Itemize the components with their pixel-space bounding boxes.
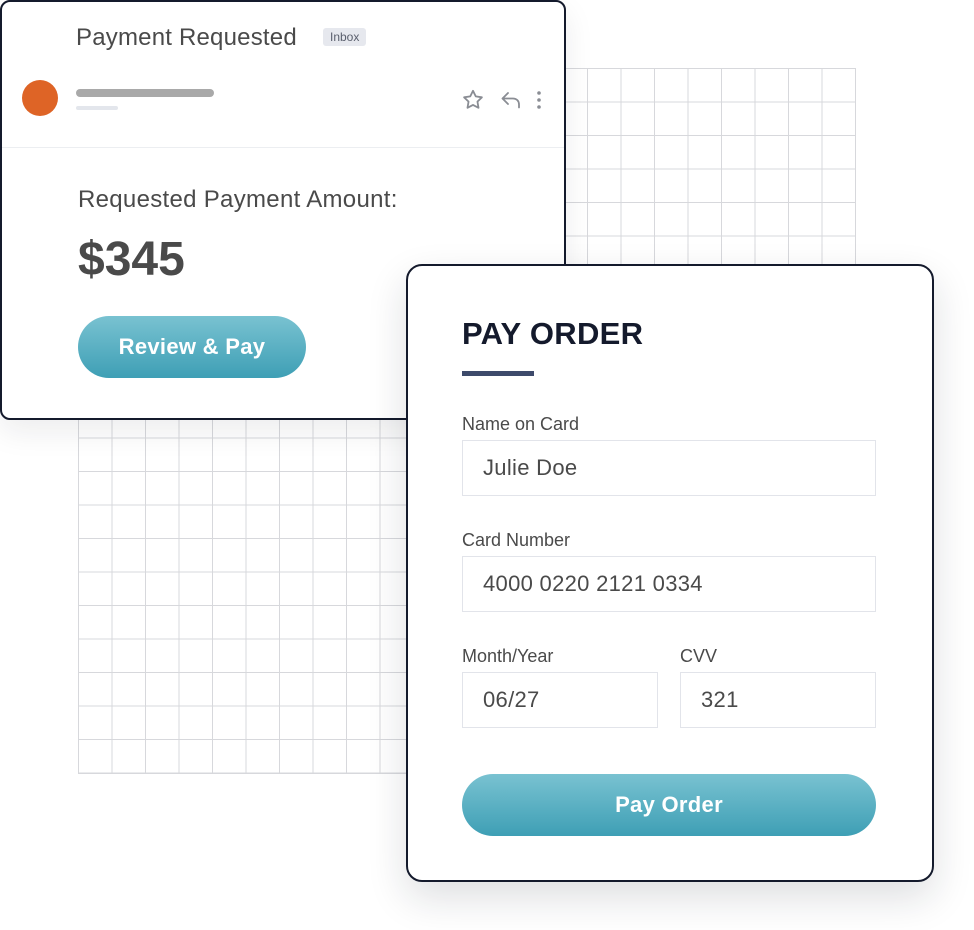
- sender-detail-placeholder: [76, 106, 118, 110]
- title-underline: [462, 371, 534, 376]
- pay-order-title: PAY ORDER: [462, 316, 644, 351]
- pay-order-button[interactable]: Pay Order: [462, 774, 876, 836]
- star-button[interactable]: [460, 86, 486, 114]
- name-on-card-input[interactable]: Julie Doe: [462, 440, 876, 496]
- amount-label: Requested Payment Amount:: [78, 186, 398, 213]
- cvv-label: CVV: [680, 646, 718, 666]
- amount-value: $345: [78, 233, 185, 286]
- decorative-grid-top: [520, 68, 856, 269]
- sender-name-placeholder: [76, 89, 214, 97]
- decorative-grid-bottom: [78, 404, 414, 774]
- email-subject: Payment Requested: [76, 24, 297, 51]
- expiry-label: Month/Year: [462, 646, 554, 666]
- review-and-pay-button[interactable]: Review & Pay: [78, 316, 306, 378]
- cvv-input[interactable]: 321: [680, 672, 876, 728]
- card-number-input[interactable]: 4000 0220 2121 0334: [462, 556, 876, 612]
- card-number-label: Card Number: [462, 530, 571, 550]
- more-vertical-icon: [537, 91, 541, 109]
- reply-icon: [501, 92, 520, 109]
- name-on-card-label: Name on Card: [462, 414, 580, 434]
- pay-order-card: PAY ORDER Name on Card Julie Doe Card Nu…: [406, 264, 934, 882]
- sender-avatar: [22, 80, 58, 116]
- more-button[interactable]: [528, 86, 550, 114]
- header-divider: [2, 147, 564, 148]
- reply-button[interactable]: [498, 86, 524, 114]
- expiry-input[interactable]: 06/27: [462, 672, 658, 728]
- inbox-badge[interactable]: Inbox: [323, 28, 367, 46]
- star-icon: [463, 89, 483, 109]
